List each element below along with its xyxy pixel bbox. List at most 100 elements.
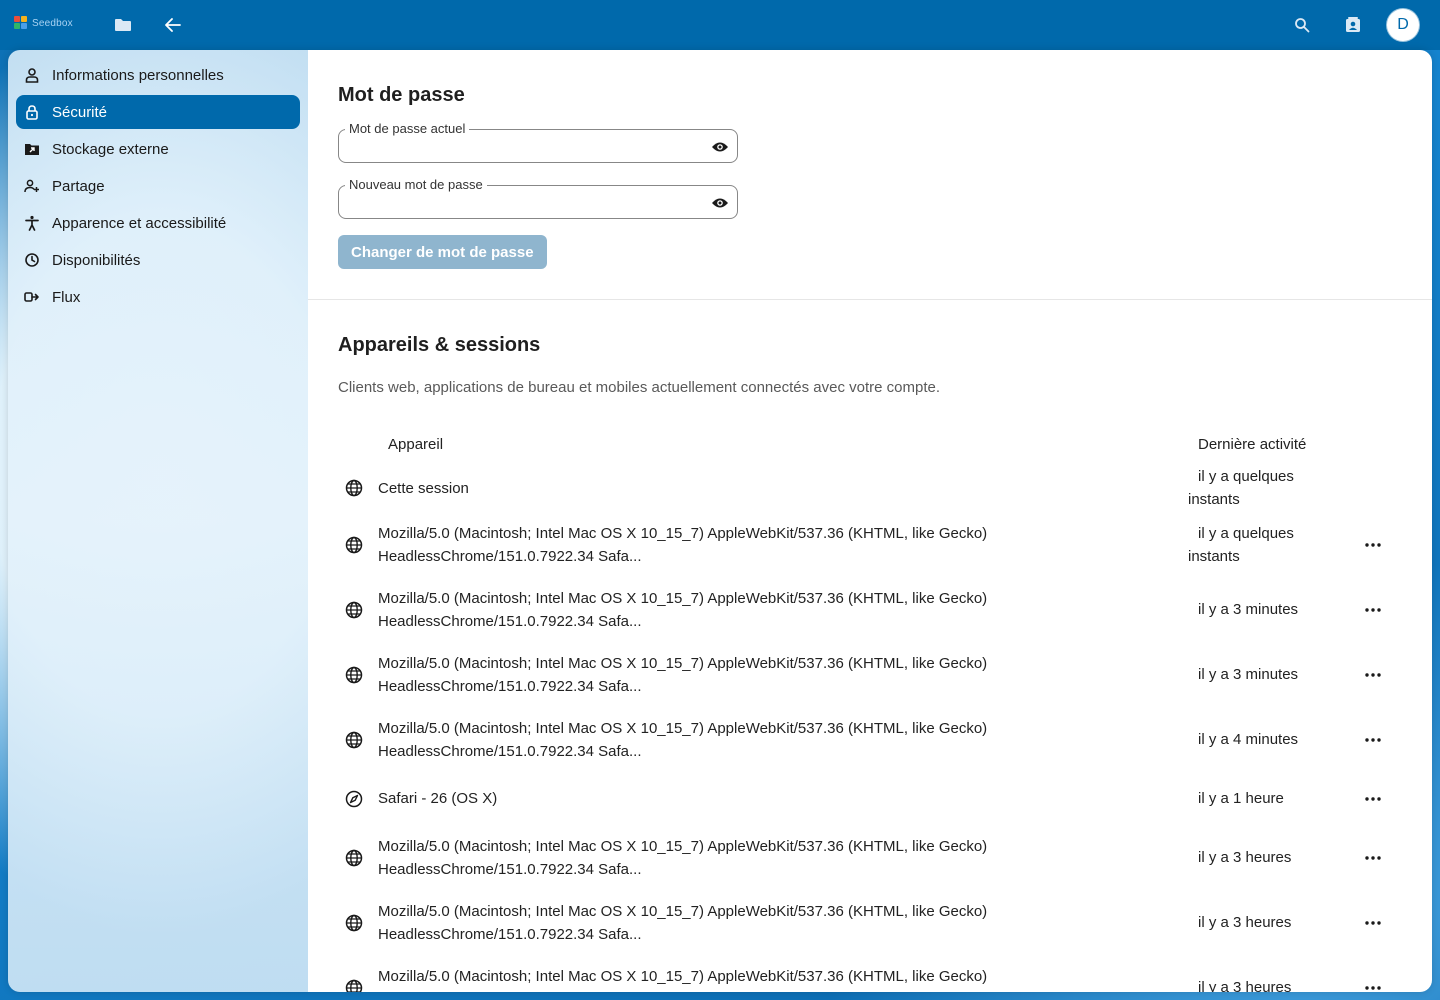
last-activity-cell: il y a 3 minutes (1188, 642, 1358, 707)
sidebar-item-appearance[interactable]: Apparence et accessibilité (16, 206, 300, 240)
table-row: Mozilla/5.0 (Macintosh; Intel Mac OS X 1… (338, 707, 1402, 772)
more-icon (1365, 607, 1381, 612)
search-button[interactable] (1287, 10, 1317, 40)
logo-text: Seedbox (32, 17, 73, 29)
sidebar-item-personal-info[interactable]: Informations personnelles (16, 58, 300, 92)
session-actions-button[interactable] (1358, 595, 1388, 625)
device-name: Safari - 26 (OS X) (378, 790, 498, 807)
device-name: Cette session (378, 479, 469, 497)
sessions-table: Appareil Dernière activité Cette session… (338, 424, 1402, 992)
last-activity-cell: il y a 1 heure (1188, 772, 1358, 825)
files-app-button[interactable] (108, 10, 138, 40)
eye-icon[interactable] (711, 194, 729, 212)
device-name: Mozilla/5.0 (Macintosh; Intel Mac OS X 1… (378, 967, 988, 985)
app-logo[interactable]: Seedbox (14, 16, 73, 30)
globe-icon (338, 731, 378, 749)
last-activity: il y a 3 minutes (1198, 601, 1299, 618)
sidebar-item-label: Flux (52, 288, 81, 306)
table-row: Mozilla/5.0 (Macintosh; Intel Mac OS X 1… (338, 955, 1402, 992)
arrow-left-icon (165, 18, 181, 32)
sidebar-item-sharing[interactable]: Partage (16, 169, 300, 203)
logo-mark-icon (14, 16, 28, 30)
last-activity: il y a 4 minutes (1198, 731, 1299, 748)
device-name: Mozilla/5.0 (Macintosh; Intel Mac OS X 1… (378, 654, 988, 672)
last-activity: il y a 3 heures (1198, 914, 1292, 931)
last-activity: il y a quelques (1198, 524, 1294, 542)
last-activity-cell: il y a 3 heures (1188, 890, 1358, 955)
device-cell: Mozilla/5.0 (Macintosh; Intel Mac OS X 1… (378, 955, 1188, 993)
accessibility-icon (24, 215, 40, 231)
top-header: Seedbox D (0, 0, 1440, 50)
back-button[interactable] (158, 10, 188, 40)
last-activity-cell: il y a 4 minutes (1188, 707, 1358, 772)
activity-icon (24, 289, 40, 305)
sessions-title: Appareils & sessions (338, 334, 541, 356)
password-section: Mot de passe Mot de passe actuel Nouveau… (308, 50, 1432, 269)
last-activity-cell: il y a 3 minutes (1188, 577, 1358, 642)
device-name-cont: HeadlessChrome/151.0.7922.34 Safa... (378, 677, 642, 695)
device-cell: Mozilla/5.0 (Macintosh; Intel Mac OS X 1… (378, 890, 1188, 955)
last-activity: il y a 3 heures (1198, 979, 1292, 992)
change-password-button[interactable]: Changer de mot de passe (338, 235, 547, 269)
globe-icon (338, 536, 378, 554)
settings-sidebar: Informations personnelles Sécurité Stock… (8, 50, 308, 992)
clock-icon (24, 252, 40, 268)
more-icon (1365, 855, 1381, 860)
device-name: Mozilla/5.0 (Macintosh; Intel Mac OS X 1… (378, 719, 988, 737)
sidebar-item-label: Disponibilités (52, 251, 141, 269)
device-cell: Cette session (378, 464, 1188, 512)
last-activity-cell: il y a 3 heures (1188, 955, 1358, 992)
lock-icon (24, 104, 40, 120)
more-icon (1365, 542, 1381, 547)
more-icon (1365, 796, 1381, 801)
session-actions-button[interactable] (1358, 843, 1388, 873)
sidebar-item-activity[interactable]: Flux (16, 280, 300, 314)
globe-icon (338, 914, 378, 932)
contacts-button[interactable] (1338, 10, 1368, 40)
external-storage-icon (24, 141, 40, 157)
sidebar-item-label: Informations personnelles (52, 66, 224, 84)
sessions-section: Appareils & sessions Clients web, applic… (308, 300, 1432, 992)
settings-frame: Informations personnelles Sécurité Stock… (8, 50, 1432, 992)
table-row: Mozilla/5.0 (Macintosh; Intel Mac OS X 1… (338, 512, 1402, 577)
sidebar-item-availability[interactable]: Disponibilités (16, 243, 300, 277)
last-activity: il y a 3 minutes (1198, 666, 1299, 683)
session-actions-button[interactable] (1358, 725, 1388, 755)
globe-icon (338, 479, 378, 497)
last-activity-cont: instants (1188, 547, 1240, 565)
session-actions-button[interactable] (1358, 973, 1388, 993)
globe-icon (338, 601, 378, 619)
more-icon (1365, 985, 1381, 990)
device-cell: Mozilla/5.0 (Macintosh; Intel Mac OS X 1… (378, 825, 1188, 890)
settings-content: Mot de passe Mot de passe actuel Nouveau… (308, 50, 1432, 992)
session-actions-button[interactable] (1358, 784, 1388, 814)
share-icon (24, 178, 40, 194)
user-avatar[interactable]: D (1387, 9, 1419, 41)
more-icon (1365, 672, 1381, 677)
device-name-cont: HeadlessChrome/151.0.7922.34 Safa... (378, 612, 642, 630)
device-cell: Mozilla/5.0 (Macintosh; Intel Mac OS X 1… (378, 642, 1188, 707)
session-actions-button[interactable] (1358, 530, 1388, 560)
sidebar-item-label: Partage (52, 177, 105, 195)
table-row: Mozilla/5.0 (Macintosh; Intel Mac OS X 1… (338, 890, 1402, 955)
sidebar-item-label: Sécurité (52, 103, 108, 121)
eye-icon[interactable] (711, 138, 729, 156)
folder-icon (115, 19, 131, 31)
session-actions-button[interactable] (1358, 660, 1388, 690)
table-row: Mozilla/5.0 (Macintosh; Intel Mac OS X 1… (338, 825, 1402, 890)
sidebar-item-security[interactable]: Sécurité (16, 95, 300, 129)
compass-icon (338, 790, 378, 808)
more-icon (1365, 920, 1381, 925)
device-name-cont: HeadlessChrome/151.0.7922.34 Safa... (378, 925, 642, 943)
new-password-field: Nouveau mot de passe (338, 177, 738, 219)
column-header-activity: Dernière activité (1198, 435, 1307, 453)
session-actions-button[interactable] (1358, 908, 1388, 938)
device-name: Mozilla/5.0 (Macintosh; Intel Mac OS X 1… (378, 902, 988, 920)
device-name-cont: HeadlessChrome/151.0.7922.34 Safa... (378, 860, 642, 878)
device-cell: Mozilla/5.0 (Macintosh; Intel Mac OS X 1… (378, 707, 1188, 772)
table-row: Mozilla/5.0 (Macintosh; Intel Mac OS X 1… (338, 642, 1402, 707)
device-cell: Mozilla/5.0 (Macintosh; Intel Mac OS X 1… (378, 577, 1188, 642)
device-cell: Mozilla/5.0 (Macintosh; Intel Mac OS X 1… (378, 512, 1188, 577)
globe-icon (338, 979, 378, 992)
sidebar-item-external-storage[interactable]: Stockage externe (16, 132, 300, 166)
